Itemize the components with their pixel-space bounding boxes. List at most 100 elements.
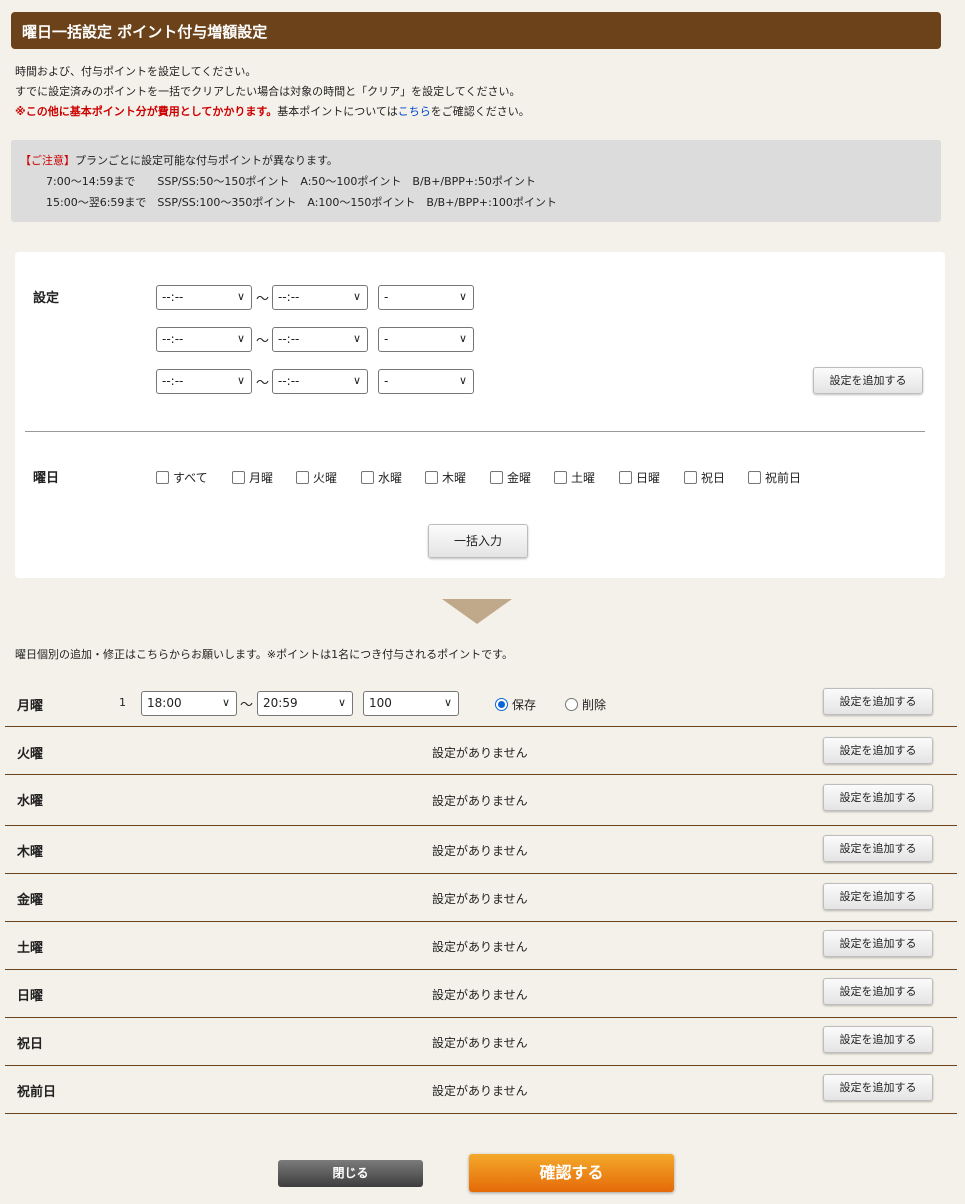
monday-end-time-select[interactable]: 20:59 ∨ [257,691,353,716]
chevron-down-icon: ∨ [458,290,467,303]
intro-line-2: すでに設定済みのポイントを一括でクリアしたい場合は対象の時間と「クリア」を設定し… [15,85,521,98]
day-label: 月曜 [17,699,44,714]
intro-line-3-a: 基本ポイントについては [277,105,398,118]
day-label: 日曜 [17,989,44,1004]
empty-message: 設定がありません [432,988,528,1002]
checkbox-holiday[interactable]: 祝日 [684,469,725,486]
close-button[interactable]: 閉じる [278,1160,423,1187]
day-row-saturday: 土曜 設定がありません 設定を追加する [5,922,957,970]
chevron-down-icon: ∨ [236,374,245,387]
empty-message: 設定がありません [432,892,528,906]
wednesday-add-setting-button[interactable]: 設定を追加する [823,784,933,811]
weekday-label: 曜日 [33,471,60,486]
down-arrow-icon [442,599,512,624]
notice-line-3: 15:00〜翌6:59まで SSP/SS:100〜350ポイント A:100〜1… [46,196,557,209]
end-time-select-1[interactable]: --:-- ∨ [272,285,368,310]
saturday-add-setting-button[interactable]: 設定を追加する [823,930,933,957]
end-time-select-3[interactable]: --:-- ∨ [272,369,368,394]
day-label: 土曜 [17,941,44,956]
bulk-settings-panel: 設定 --:-- ∨ 〜 --:-- ∨ - ∨ --:-- ∨ 〜 --:-- ∨ - ∨… [15,252,945,578]
checkbox-tuesday[interactable]: 火曜 [296,469,337,486]
checkbox-saturday[interactable]: 土曜 [554,469,595,486]
chevron-down-icon: ∨ [458,374,467,387]
range-tilde: 〜 [256,292,270,307]
start-time-select-2[interactable]: --:-- ∨ [156,327,252,352]
panel-divider [25,431,925,432]
points-select-1[interactable]: - ∨ [378,285,474,310]
help-link[interactable]: こちら [398,105,431,118]
setting-index: 1 [119,696,126,709]
day-row-wednesday: 水曜 設定がありません 設定を追加する [5,775,957,826]
chevron-down-icon: ∨ [443,696,452,709]
day-label: 祝前日 [17,1085,57,1100]
start-time-select-1[interactable]: --:-- ∨ [156,285,252,310]
checkbox-day-before-holiday[interactable]: 祝前日 [748,469,801,486]
chevron-down-icon: ∨ [352,374,361,387]
bulk-apply-button[interactable]: 一括入力 [428,524,528,558]
chevron-down-icon: ∨ [458,332,467,345]
empty-message: 設定がありません [432,844,528,858]
chevron-down-icon: ∨ [337,696,346,709]
tuesday-add-setting-button[interactable]: 設定を追加する [823,737,933,764]
intro-line-3: ※この他に基本ポイント分が費用としてかかります。基本ポイントについてはこちらをご… [15,102,530,122]
day-label: 金曜 [17,893,44,908]
friday-add-setting-button[interactable]: 設定を追加する [823,883,933,910]
bulk-add-setting-button[interactable]: 設定を追加する [813,367,923,394]
page-title: 曜日一括設定 ポイント付与増額設定 [11,12,941,49]
day-label: 祝日 [17,1037,44,1052]
day-label: 火曜 [17,747,44,762]
holiday-add-setting-button[interactable]: 設定を追加する [823,1026,933,1053]
day-before-holiday-add-setting-button[interactable]: 設定を追加する [823,1074,933,1101]
individual-note: 曜日個別の追加・修正はこちらからお願いします。※ポイントは1名につき付与されるポ… [15,648,514,661]
day-label: 水曜 [17,794,44,809]
intro-line-1: 時間および、付与ポイントを設定してください。 [15,65,257,78]
notice-box: 【ご注意】プランごとに設定可能な付与ポイントが異なります。 7:00〜14:59… [11,140,941,222]
empty-message: 設定がありません [432,794,528,808]
setting-label: 設定 [33,291,60,306]
points-select-3[interactable]: - ∨ [378,369,474,394]
day-row-day-before-holiday: 祝前日 設定がありません 設定を追加する [5,1066,957,1114]
empty-message: 設定がありません [432,746,528,760]
checkbox-sunday[interactable]: 日曜 [619,469,660,486]
cost-warning: ※この他に基本ポイント分が費用としてかかります。 [15,105,278,118]
monday-start-time-select[interactable]: 18:00 ∨ [141,691,237,716]
checkbox-thursday[interactable]: 木曜 [425,469,466,486]
checkbox-wednesday[interactable]: 水曜 [361,469,402,486]
day-row-sunday: 日曜 設定がありません 設定を追加する [5,970,957,1018]
empty-message: 設定がありません [432,1036,528,1050]
delete-radio[interactable]: 削除 [565,696,606,713]
end-time-select-2[interactable]: --:-- ∨ [272,327,368,352]
chevron-down-icon: ∨ [236,290,245,303]
chevron-down-icon: ∨ [352,290,361,303]
notice-line-1: プランごとに設定可能な付与ポイントが異なります。 [75,154,338,167]
day-row-holiday: 祝日 設定がありません 設定を追加する [5,1018,957,1066]
confirm-button[interactable]: 確認する [469,1154,674,1192]
day-row-tuesday: 火曜 設定がありません 設定を追加する [5,727,957,775]
day-row-monday: 月曜 1 18:00 ∨ 〜 20:59 ∨ 100 ∨ 保存 削除 設定を追加する [5,679,957,727]
range-tilde: 〜 [256,376,270,391]
notice-caution: 【ご注意】 [20,154,75,167]
monday-points-select[interactable]: 100 ∨ [363,691,459,716]
checkbox-friday[interactable]: 金曜 [490,469,531,486]
checkbox-all[interactable]: すべて [156,469,208,486]
empty-message: 設定がありません [432,1084,528,1098]
day-label: 木曜 [17,845,44,860]
save-radio[interactable]: 保存 [495,696,536,713]
sunday-add-setting-button[interactable]: 設定を追加する [823,978,933,1005]
intro-line-3-b: をご確認ください。 [430,105,530,118]
intro-text: 時間および、付与ポイントを設定してください。 すでに設定済みのポイントを一括でク… [15,62,530,122]
range-tilde: 〜 [240,698,254,713]
day-row-friday: 金曜 設定がありません 設定を追加する [5,874,957,922]
monday-add-setting-button[interactable]: 設定を追加する [823,688,933,715]
chevron-down-icon: ∨ [221,696,230,709]
day-row-thursday: 木曜 設定がありません 設定を追加する [5,826,957,874]
empty-message: 設定がありません [432,940,528,954]
notice-line-2: 7:00〜14:59まで SSP/SS:50〜150ポイント A:50〜100ポ… [46,175,536,188]
thursday-add-setting-button[interactable]: 設定を追加する [823,835,933,862]
start-time-select-3[interactable]: --:-- ∨ [156,369,252,394]
checkbox-monday[interactable]: 月曜 [232,469,273,486]
chevron-down-icon: ∨ [236,332,245,345]
chevron-down-icon: ∨ [352,332,361,345]
points-select-2[interactable]: - ∨ [378,327,474,352]
range-tilde: 〜 [256,334,270,349]
